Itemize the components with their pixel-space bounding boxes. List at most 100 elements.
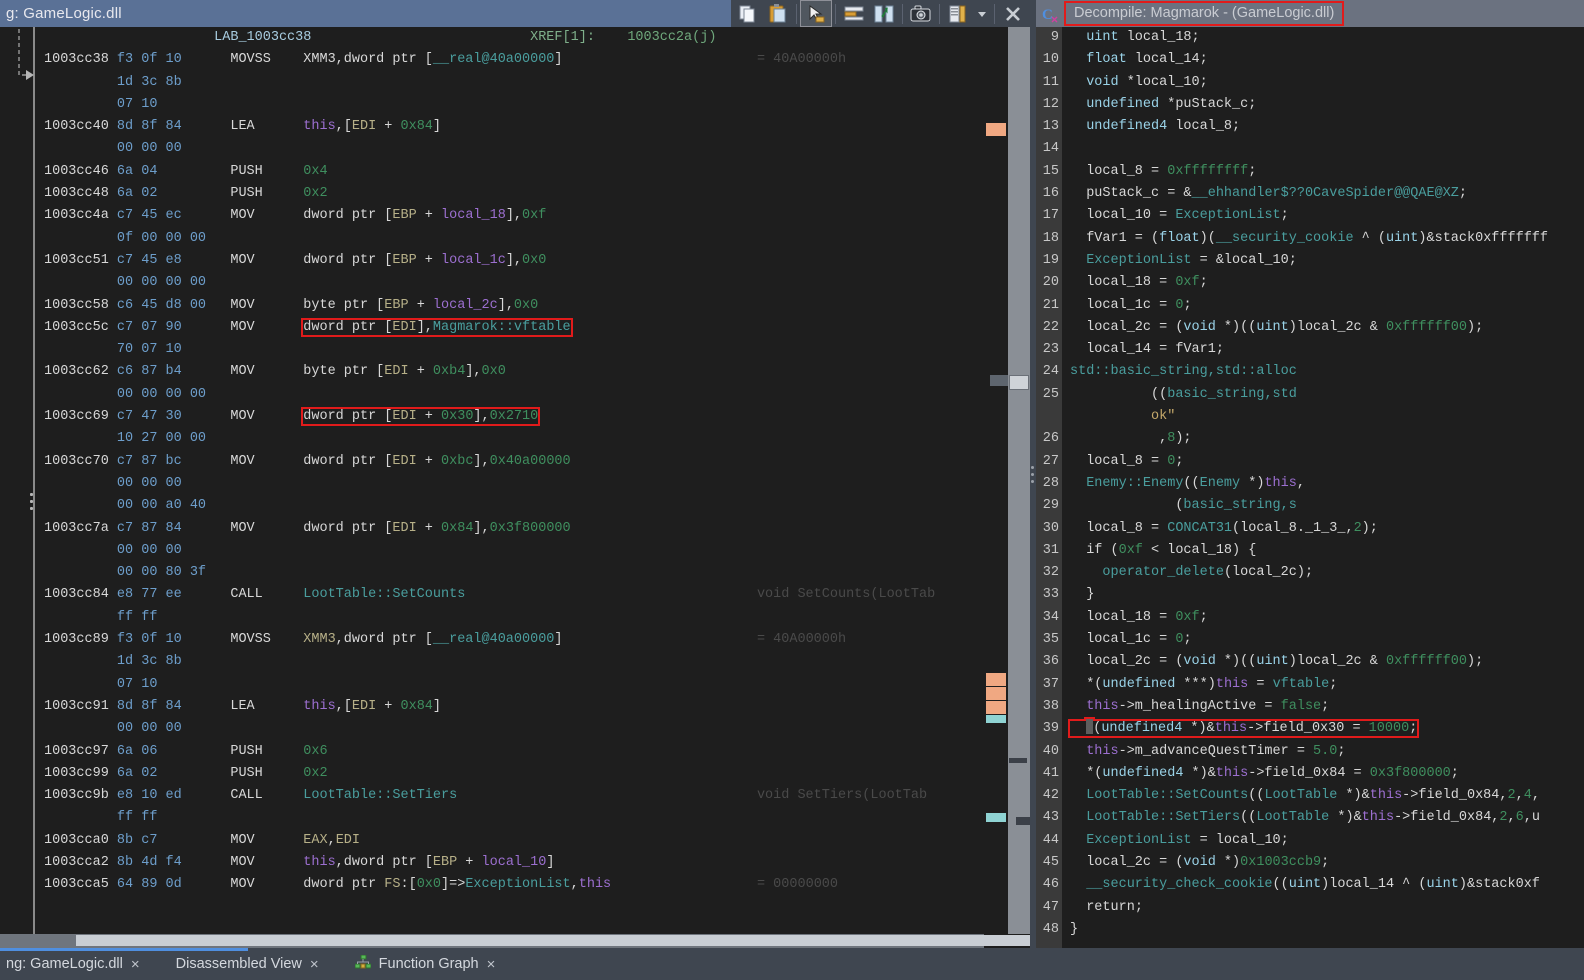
decompile-line[interactable]: local_8 = 0;	[1070, 451, 1584, 473]
decompile-line[interactable]: local_2c = (void *)((uint)local_2c & 0xf…	[1070, 317, 1584, 339]
decompile-line[interactable]: puStack_c = &__ehhandler$??0CaveSpider@@…	[1070, 183, 1584, 205]
copy-icon[interactable]	[733, 1, 763, 26]
tab-function-graph[interactable]: Function Graph ×	[329, 948, 506, 980]
tab-close-icon[interactable]: ×	[310, 956, 319, 973]
decompile-line[interactable]: ok"	[1070, 406, 1584, 428]
highlighted-statement[interactable]: (undefined4 *)&this->field_0x30 = 10000;	[1067, 719, 1420, 739]
listing-row[interactable]: 1003cc38 f3 0f 10 MOVSS XMM3,dword ptr […	[44, 49, 1030, 71]
listing-hscroll-thumb[interactable]	[76, 935, 1030, 946]
decompile-line[interactable]: local_1c = 0;	[1070, 295, 1584, 317]
listing-row[interactable]: 1003cc97 6a 06 PUSH 0x6	[44, 741, 1030, 763]
decompile-line[interactable]: local_1c = 0;	[1070, 629, 1584, 651]
listing-row[interactable]: 1003cc89 f3 0f 10 MOVSS XMM3,dword ptr […	[44, 629, 1030, 651]
listing-row[interactable]: 1003cc4a c7 45 ec MOV dword ptr [EBP + l…	[44, 205, 1030, 227]
decompile-line[interactable]	[1070, 138, 1584, 160]
close-icon[interactable]	[998, 1, 1028, 26]
decompile-line[interactable]: void *local_10;	[1070, 72, 1584, 94]
listing-row[interactable]: 00 00 00	[44, 473, 1030, 495]
decompile-line[interactable]: ,8);	[1070, 428, 1584, 450]
listing-row[interactable]: 00 00 80 3f	[44, 562, 1030, 584]
listing-row[interactable]: ff ff	[44, 607, 1030, 629]
compare-icon[interactable]	[869, 1, 899, 26]
decompile-line[interactable]: __security_check_cookie((uint)local_14 ^…	[1070, 874, 1584, 896]
highlighted-instruction[interactable]: dword ptr [EDI],Magmarok::vftable	[301, 317, 573, 337]
listing-row[interactable]: 1003cc48 6a 02 PUSH 0x2	[44, 183, 1030, 205]
listing-row[interactable]: 1003cc5c c7 07 90 MOV dword ptr [EDI],Ma…	[44, 317, 1030, 339]
decompile-line[interactable]: ExceptionList = local_10;	[1070, 830, 1584, 852]
decompile-line[interactable]: }	[1070, 919, 1584, 941]
listing-horizontal-scrollbar[interactable]	[0, 934, 1030, 948]
decompile-line[interactable]: float local_14;	[1070, 49, 1584, 71]
decompile-line[interactable]: if (0xf < local_18) {	[1070, 540, 1584, 562]
listing-row[interactable]: 1003cc46 6a 04 PUSH 0x4	[44, 161, 1030, 183]
tab-disassembled-view[interactable]: Disassembled View ×	[150, 948, 329, 980]
decompile-line[interactable]: undefined4 local_8;	[1070, 116, 1584, 138]
listing-row[interactable]: 00 00 00 00	[44, 272, 1030, 294]
decompile-line[interactable]: undefined *puStack_c;	[1070, 94, 1584, 116]
decompile-line[interactable]: (basic_string,s	[1070, 495, 1584, 517]
decompile-line[interactable]: local_8 = CONCAT31(local_8._1_3_,2);	[1070, 518, 1584, 540]
listing-row[interactable]: 70 07 10	[44, 339, 1030, 361]
listing-row[interactable]: 00 00 00	[44, 718, 1030, 740]
decompile-line[interactable]: *(undefined4 *)&this->field_0x84 = 0x3f8…	[1070, 763, 1584, 785]
decompile-line[interactable]: local_18 = 0xf;	[1070, 272, 1584, 294]
decompile-line[interactable]: LootTable::SetTiers((LootTable *)&this->…	[1070, 807, 1584, 829]
disassembly-listing[interactable]: LAB_1003cc38 XREF[1]: 1003cc2a(j) 1003cc3…	[44, 27, 1030, 948]
decompile-line[interactable]: this->m_advanceQuestTimer = 5.0;	[1070, 741, 1584, 763]
listing-row[interactable]: 1003cc40 8d 8f 84 LEA this,[EDI + 0x84]	[44, 116, 1030, 138]
camera-icon[interactable]	[906, 1, 936, 26]
decompile-line[interactable]: ExceptionList = &local_10;	[1070, 250, 1584, 272]
listing-vertical-scrollbar[interactable]	[990, 27, 1030, 934]
listing-row[interactable]: 1003cc99 6a 02 PUSH 0x2	[44, 763, 1030, 785]
diff-view-icon[interactable]	[839, 1, 869, 26]
listing-row[interactable]: 1003cc70 c7 87 bc MOV dword ptr [EDI + 0…	[44, 451, 1030, 473]
paste-icon[interactable]	[763, 1, 793, 26]
decompile-line[interactable]: local_8 = 0xffffffff;	[1070, 161, 1584, 183]
decompile-line[interactable]: }	[1070, 584, 1584, 606]
listing-row[interactable]: 1003cc62 c6 87 b4 MOV byte ptr [EDI + 0x…	[44, 361, 1030, 383]
listing-row[interactable]: 07 10	[44, 674, 1030, 696]
listing-row[interactable]: 1003cca2 8b 4d f4 MOV this,dword ptr [EB…	[44, 852, 1030, 874]
listing-row[interactable]: 1d 3c 8b	[44, 72, 1030, 94]
decompile-code[interactable]: uint local_18; float local_14; void *loc…	[1062, 27, 1584, 948]
listing-row[interactable]: 10 27 00 00	[44, 428, 1030, 450]
listing-row[interactable]: 1003cc7a c7 87 84 MOV dword ptr [EDI + 0…	[44, 518, 1030, 540]
decompile-line[interactable]: LootTable::SetCounts((LootTable *)&this-…	[1070, 785, 1584, 807]
listing-options-icon[interactable]	[943, 1, 973, 26]
listing-row[interactable]: 1003cc51 c7 45 e8 MOV dword ptr [EBP + l…	[44, 250, 1030, 272]
tab-close-icon[interactable]: ×	[487, 956, 496, 973]
decompile-line[interactable]: std::basic_string,std::alloc	[1070, 361, 1584, 383]
tab-ng-gamelogic-dll[interactable]: ng: GameLogic.dll ×	[0, 948, 150, 980]
decompile-line[interactable]: (undefined4 *)&this->field_0x30 = 10000;	[1067, 718, 1584, 740]
decompile-line[interactable]: ((basic_string,std	[1070, 384, 1584, 406]
decompile-line[interactable]: fVar1 = (float)(__security_cookie ^ (uin…	[1070, 228, 1584, 250]
decompile-line[interactable]: return;	[1070, 897, 1584, 919]
listing-row[interactable]: 1003cc69 c7 47 30 MOV dword ptr [EDI + 0…	[44, 406, 1030, 428]
listing-row[interactable]: 00 00 00 00	[44, 384, 1030, 406]
highlighted-instruction[interactable]: dword ptr [EDI + 0x30],0x2710	[301, 407, 541, 427]
decompile-line[interactable]: this->m_healingActive = false;	[1070, 696, 1584, 718]
decompile-line[interactable]: *(undefined ***)this = vftable;	[1070, 674, 1584, 696]
listing-row[interactable]: 1003cca0 8b c7 MOV EAX,EDI	[44, 830, 1030, 852]
listing-row[interactable]: 1d 3c 8b	[44, 651, 1030, 673]
chevron-down-icon[interactable]	[973, 1, 991, 26]
decompile-line[interactable]: local_2c = (void *)((uint)local_2c & 0xf…	[1070, 651, 1584, 673]
decompile-line[interactable]: local_18 = 0xf;	[1070, 607, 1584, 629]
decompile-line[interactable]: local_2c = (void *)0x1003ccb9;	[1070, 852, 1584, 874]
listing-row[interactable]: ff ff	[44, 807, 1030, 829]
select-cursor-icon[interactable]	[800, 0, 832, 27]
listing-row[interactable]: 00 00 a0 40	[44, 495, 1030, 517]
pane-drag-handle[interactable]	[30, 493, 33, 514]
listing-row[interactable]: 1003cc91 8d 8f 84 LEA this,[EDI + 0x84]	[44, 696, 1030, 718]
listing-row[interactable]: 00 00 00	[44, 540, 1030, 562]
listing-row[interactable]: 00 00 00	[44, 138, 1030, 160]
listing-row[interactable]: 1003cca5 64 89 0d MOV dword ptr FS:[0x0]…	[44, 874, 1030, 896]
xref-target[interactable]: 1003cc2a(j)	[627, 30, 716, 45]
listing-row[interactable]: 1003cc58 c6 45 d8 00 MOV byte ptr [EBP +…	[44, 295, 1030, 317]
decompile-line[interactable]: uint local_18;	[1070, 27, 1584, 49]
tab-close-icon[interactable]: ×	[131, 956, 140, 973]
listing-row[interactable]: 1003cc9b e8 10 ed CALL LootTable::SetTie…	[44, 785, 1030, 807]
decompile-line[interactable]: operator_delete(local_2c);	[1070, 562, 1584, 584]
decompile-line[interactable]: Enemy::Enemy((Enemy *)this,	[1070, 473, 1584, 495]
listing-row[interactable]: 07 10	[44, 94, 1030, 116]
